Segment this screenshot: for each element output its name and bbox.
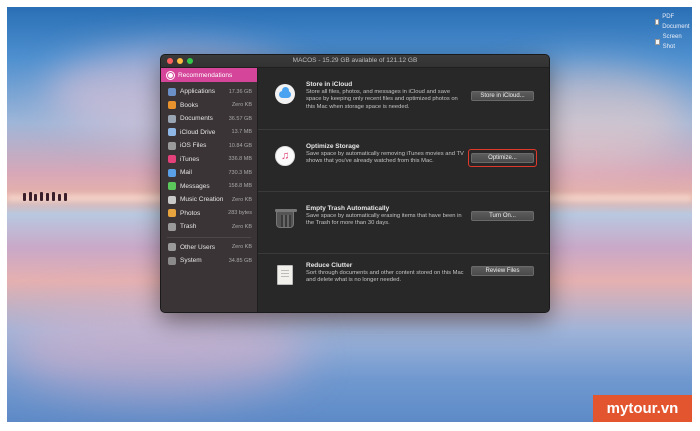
sidebar-item-label: Mail <box>180 169 192 177</box>
sidebar-item-label: Photos <box>180 209 201 217</box>
ios-files-icon <box>168 141 176 150</box>
sidebar-item-recommendations[interactable]: Recommendations <box>161 68 257 82</box>
sidebar-item-label: Recommendations <box>178 71 233 79</box>
sidebar-item-size: Zero KB <box>231 223 252 230</box>
sidebar-item-size: 13.7 MB <box>231 129 252 136</box>
recommendations-panel: Store in iCloud Store all files, photos,… <box>258 68 549 312</box>
sidebar-item-size: 36.57 GB <box>228 115 252 122</box>
sidebar-item-label: Applications <box>180 88 216 96</box>
watermark-logo: mytour.vn <box>593 395 692 422</box>
file-icon <box>655 19 660 25</box>
sidebar-item-size: Zero KB <box>231 244 252 251</box>
books-icon <box>168 101 176 110</box>
sidebar-other-list: Other Users Zero KB System 34.85 GB <box>161 241 257 268</box>
recommendation-reduce-clutter: Reduce Clutter Sort through documents an… <box>258 254 549 312</box>
sidebar-item-size: 34.85 GB <box>228 257 252 264</box>
sidebar-item-itunes[interactable]: iTunes 336.8 MB <box>161 153 257 167</box>
recommendation-description: Save space by automatically erasing item… <box>306 213 462 227</box>
sidebar-item-other-users[interactable]: Other Users Zero KB <box>161 241 257 255</box>
turn-on-button[interactable]: Turn On... <box>471 211 534 221</box>
storage-management-window: MACOS - 15.29 GB available of 121.12 GB … <box>160 54 550 313</box>
messages-icon <box>168 182 176 191</box>
optimize-button[interactable]: Optimize... <box>471 153 534 163</box>
itunes-icon <box>168 155 176 164</box>
desktop-file[interactable]: Screen Shot <box>655 32 692 52</box>
sky-cloud <box>7 307 307 397</box>
sidebar-item-label: iCloud Drive <box>180 128 216 136</box>
music-creation-icon <box>168 195 176 204</box>
trash-icon <box>168 222 176 231</box>
file-icon <box>655 39 660 45</box>
sidebar-item-books[interactable]: Books Zero KB <box>161 99 257 113</box>
sidebar-item-size: 283 bytes <box>228 210 252 217</box>
recommendation-optimize-storage: ♫ Optimize Storage Save space by automat… <box>258 130 549 192</box>
silhouette-people <box>21 191 69 201</box>
photos-icon <box>168 209 176 218</box>
document-icon <box>277 265 293 285</box>
icloud-icon <box>275 84 295 104</box>
review-files-button[interactable]: Review Files <box>471 266 534 276</box>
store-in-icloud-button[interactable]: Store in iCloud... <box>471 91 534 101</box>
documents-icon <box>168 114 176 123</box>
recommendation-empty-trash: Empty Trash Automatically Save space by … <box>258 192 549 254</box>
sidebar-item-size: Zero KB <box>231 196 252 203</box>
sidebar-item-label: Other Users <box>180 243 216 251</box>
recommendation-description: Save space by automatically removing iTu… <box>306 151 464 165</box>
sidebar-item-label: System <box>180 257 202 265</box>
recommendation-description: Store all files, photos, and messages in… <box>306 89 458 110</box>
recommendation-title: Reduce Clutter <box>306 262 353 269</box>
desktop-files: PDF Document Screen Shot <box>655 12 692 52</box>
sidebar-item-system[interactable]: System 34.85 GB <box>161 254 257 268</box>
system-icon <box>168 256 176 265</box>
sidebar-item-label: iOS Files <box>180 142 207 150</box>
other-users-icon <box>168 243 176 252</box>
sidebar-item-size: 17.36 GB <box>228 88 252 95</box>
sidebar-item-label: Documents <box>180 115 213 123</box>
sidebar-item-icloud-drive[interactable]: iCloud Drive 13.7 MB <box>161 126 257 140</box>
sidebar-item-messages[interactable]: Messages 158.8 MB <box>161 180 257 194</box>
sidebar-item-photos[interactable]: Photos 283 bytes <box>161 207 257 221</box>
recommendation-store-in-icloud: Store in iCloud Store all files, photos,… <box>258 68 549 130</box>
sidebar-list: Applications 17.36 GB Books Zero KB Document… <box>161 82 257 234</box>
sidebar-item-trash[interactable]: Trash Zero KB <box>161 220 257 234</box>
sidebar-item-label: Messages <box>180 182 210 190</box>
sidebar-item-label: Trash <box>180 223 197 231</box>
sidebar-item-ios-files[interactable]: iOS Files 10.84 GB <box>161 139 257 153</box>
recommendation-title: Store in iCloud <box>306 81 353 88</box>
sidebar: Recommendations Applications 17.36 GB Book… <box>161 68 258 312</box>
icloud-drive-icon <box>168 128 176 137</box>
trash-icon <box>275 209 297 228</box>
sidebar-item-documents[interactable]: Documents 36.57 GB <box>161 112 257 126</box>
sidebar-item-music-creation[interactable]: Music Creation Zero KB <box>161 193 257 207</box>
sidebar-item-label: Music Creation <box>180 196 224 204</box>
mail-icon <box>168 168 176 177</box>
applications-icon <box>168 87 176 96</box>
sidebar-item-label: Books <box>180 101 199 109</box>
sidebar-item-applications[interactable]: Applications 17.36 GB <box>161 85 257 99</box>
desktop-file[interactable]: PDF Document <box>655 12 692 32</box>
sidebar-item-label: iTunes <box>180 155 200 163</box>
title-bar[interactable]: MACOS - 15.29 GB available of 121.12 GB <box>161 55 549 68</box>
sidebar-item-size: 336.8 MB <box>228 156 252 163</box>
recommendation-title: Empty Trash Automatically <box>306 205 390 212</box>
recommendations-icon <box>167 71 174 79</box>
sidebar-item-size: 730.3 MB <box>228 169 252 176</box>
sidebar-item-mail[interactable]: Mail 730.3 MB <box>161 166 257 180</box>
recommendation-title: Optimize Storage <box>306 143 360 150</box>
sidebar-item-size: 158.8 MB <box>228 183 252 190</box>
sidebar-item-size: Zero KB <box>231 102 252 109</box>
window-title: MACOS - 15.29 GB available of 121.12 GB <box>292 57 418 64</box>
sidebar-divider <box>167 236 251 238</box>
recommendation-description: Sort through documents and other content… <box>306 270 464 284</box>
sidebar-item-size: 10.84 GB <box>228 142 252 149</box>
itunes-icon: ♫ <box>275 146 295 166</box>
